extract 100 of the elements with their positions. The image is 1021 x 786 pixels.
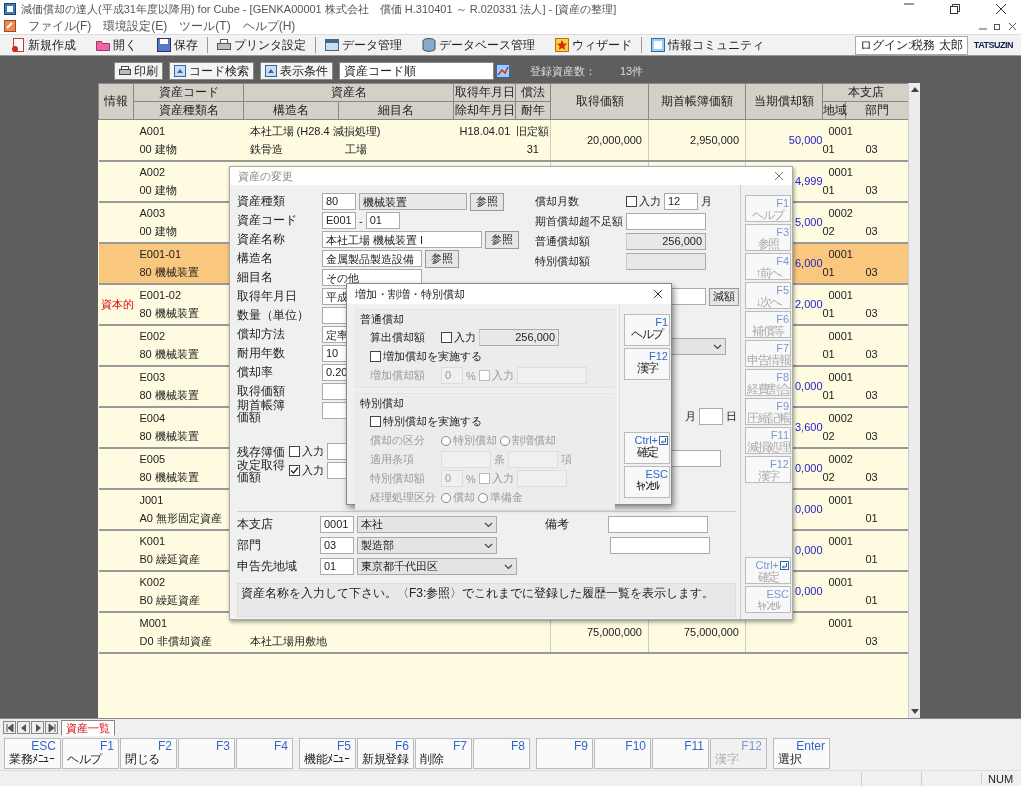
reference-button[interactable]: 減額 (709, 287, 739, 306)
input-field[interactable]: 金属製品製造設備 (322, 250, 422, 267)
function-key-button[interactable]: ESC ｷｬﾝｾﾙ (624, 466, 670, 498)
input-field[interactable]: E001 (322, 212, 356, 229)
dropdown[interactable]: 製造部 (357, 537, 497, 554)
tab[interactable]: 資産一覧 (61, 719, 115, 736)
menu-item[interactable]: ファイル(F) (28, 17, 92, 35)
department-code: 03 (864, 429, 878, 444)
checkbox[interactable]: 入力 (626, 194, 661, 209)
toolbar-button[interactable]: データベース管理 (419, 36, 538, 54)
input-field[interactable]: 256,000 (626, 233, 706, 250)
column-header[interactable]: 償法 (515, 83, 551, 102)
field-label: 普通償却額 (535, 234, 591, 249)
asset-code: A003 (138, 206, 166, 221)
function-key-button[interactable]: ESC 業務ﾒﾆｭｰ (4, 737, 61, 769)
function-key-button[interactable]: F10 (594, 737, 651, 769)
toolbar-button[interactable]: 印刷 (114, 62, 163, 80)
checkbox[interactable]: 増加償却を実施する (360, 349, 482, 364)
asset-code: A001 (138, 123, 166, 139)
department-code: 03 (864, 470, 878, 485)
menu-item[interactable]: ヘルプ(H) (242, 17, 296, 35)
asset-type: 80 機械装置 (138, 265, 199, 280)
toolbar-button[interactable]: ウィザード (552, 36, 635, 54)
checkbox[interactable]: 入力 (289, 444, 324, 459)
depreciation-value: 2,000 (794, 298, 823, 310)
reference-button[interactable]: 参照 (485, 230, 519, 249)
input-field[interactable]: 01 (320, 558, 354, 575)
structure-name: 鉄骨造 (248, 141, 284, 157)
field-label: 適用条項 (369, 452, 415, 467)
sort-field[interactable]: 資産コード順 (339, 62, 494, 80)
asset-code: E003 (138, 370, 166, 385)
department-code: 01 (864, 552, 878, 567)
function-key-button[interactable]: F1 ヘルプ (62, 737, 119, 769)
toolbar-button[interactable]: コード検索 (169, 62, 254, 80)
checkbox[interactable]: 入力 (441, 330, 476, 345)
reference-button[interactable]: 参照 (470, 192, 504, 211)
toolbar-button[interactable]: 表示条件 (260, 62, 333, 80)
input-field[interactable]: 0001 (320, 516, 354, 533)
input-field[interactable]: 本社工場 機械装置 I (322, 231, 482, 248)
toolbar-button[interactable]: 新規作成 (8, 36, 79, 54)
region-code: 02 (822, 224, 836, 239)
input-field[interactable]: 80 (322, 193, 356, 210)
function-key-button[interactable]: F8 (473, 737, 530, 769)
function-key-button[interactable]: F4 (236, 737, 293, 769)
input-field[interactable]: 機械装置 (359, 193, 467, 210)
function-key-button[interactable]: F6 新規登録 (357, 737, 414, 769)
column-header[interactable]: 取得価額 (550, 83, 649, 120)
input-field[interactable]: 12 (664, 193, 698, 210)
asset-code: K001 (138, 534, 166, 549)
column-header[interactable]: 情報 (98, 83, 134, 120)
reference-button[interactable]: 参照 (425, 249, 459, 268)
branch-code: 0001 (827, 575, 853, 590)
function-key-button[interactable]: F12 漢字 (624, 348, 670, 380)
function-key-button[interactable]: F11 (652, 737, 709, 769)
dropdown[interactable]: 東京都千代田区 (357, 558, 517, 575)
column-header[interactable]: 当期償却額 (745, 83, 823, 120)
menu-item[interactable]: ツール(T) (179, 17, 231, 35)
depreciation-value: 3,600 (794, 421, 823, 433)
depreciation-value: 50,000 (788, 133, 823, 146)
function-key-button[interactable]: Ctrl+ 確定 (624, 432, 670, 464)
field-label: 資産種類 (237, 193, 286, 210)
function-key-button[interactable]: Enter 選択 (773, 737, 830, 769)
column-header[interactable]: 本支店 (822, 83, 908, 102)
toolbar-button[interactable]: 保存 (154, 36, 201, 54)
function-key-button[interactable]: F7 削除 (415, 737, 472, 769)
field-label: 備考 (545, 516, 569, 533)
dropdown[interactable]: 本社 (357, 516, 497, 533)
function-key-button[interactable]: F2 閉じる (120, 737, 177, 769)
function-key-button[interactable]: F1 ヘルプ (624, 314, 670, 346)
unit-label: % (466, 369, 476, 382)
toolbar-button[interactable]: 開く (93, 36, 140, 54)
region-code: 01 (822, 141, 836, 157)
menu-item[interactable]: 環境設定(E) (103, 17, 168, 35)
column-header[interactable]: 取得年月日 (453, 83, 516, 102)
toolbar-button[interactable]: データ管理 (322, 36, 405, 54)
branch-code: 0001 (827, 534, 853, 549)
column-header[interactable]: 資産コード (133, 83, 244, 102)
input-field[interactable]: 01 (365, 212, 400, 229)
function-key-button[interactable]: F9 (536, 737, 593, 769)
asset-type: 00 建物 (138, 183, 177, 198)
input-field[interactable]: 256,000 (479, 329, 559, 346)
checkbox[interactable]: 特別償却を実施する (360, 414, 482, 429)
asset-type: 80 機械装置 (138, 470, 199, 485)
function-key-button[interactable]: F3 (178, 737, 235, 769)
function-key-button[interactable]: F5 機能ﾒﾆｭｰ (299, 737, 356, 769)
checkbox[interactable]: 入力 (289, 463, 324, 478)
depreciation-value: 5,000 (794, 216, 823, 228)
asset-type: 00 建物 (138, 141, 177, 157)
input-field[interactable]: 03 (320, 537, 354, 554)
column-header[interactable]: 資産名 (243, 83, 454, 102)
asset-type: 00 建物 (138, 224, 177, 239)
dialog-title: 資産の変更 (238, 168, 293, 184)
asset-code: E001-02 (138, 288, 182, 303)
column-header[interactable]: 期首帳簿価額 (648, 83, 746, 120)
group-title: 特別償却 (360, 396, 405, 411)
field-label: 償却の区分 (369, 433, 426, 448)
toolbar-button[interactable]: プリンタ設定 (214, 36, 309, 54)
toolbar-button[interactable]: 情報コミュニティ (648, 36, 767, 54)
field-label: 改定取得価額 (237, 458, 286, 483)
field-label: 増加償却額 (369, 368, 426, 383)
